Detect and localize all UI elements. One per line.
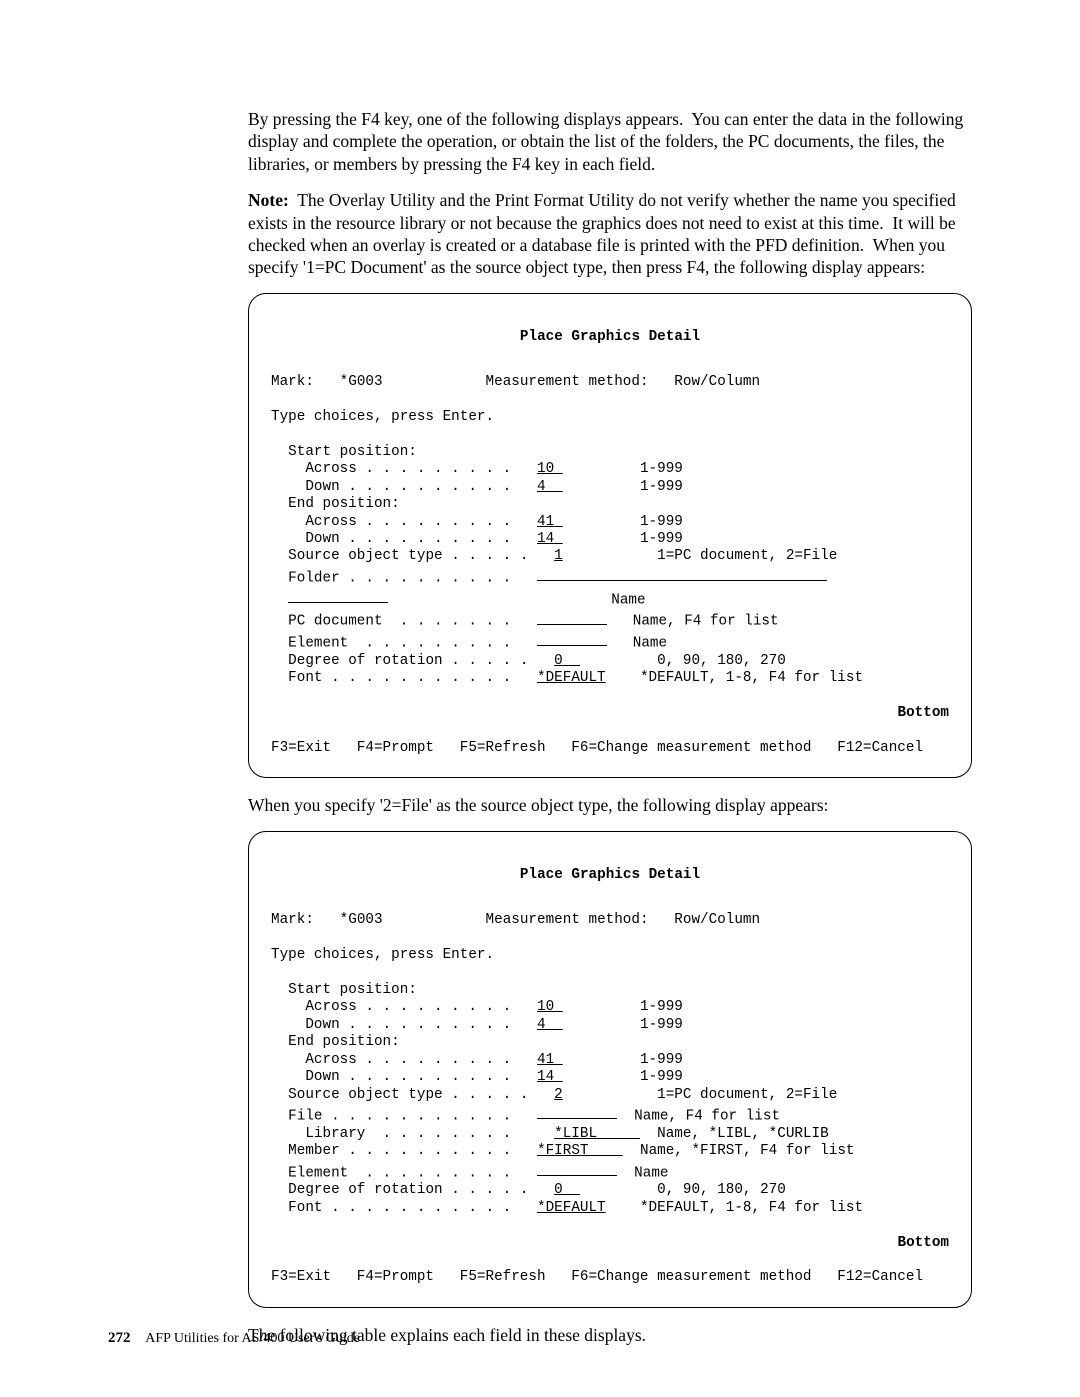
down-end-label: Down	[305, 531, 339, 547]
member-value[interactable]: *FIRST	[537, 1143, 588, 1159]
degree-range-2: 0, 90, 180, 270	[657, 1182, 786, 1198]
element-value-2[interactable]	[537, 1161, 617, 1176]
mid-paragraph: When you specify '2=File' as the source …	[248, 794, 972, 816]
bottom-indicator: Bottom	[271, 705, 949, 722]
folder-value-cont[interactable]	[288, 588, 388, 603]
source-object-type-value[interactable]: 1	[554, 548, 563, 564]
note-label: Note:	[248, 190, 289, 210]
degree-label: Degree of rotation	[288, 653, 442, 669]
element-label: Element	[288, 635, 348, 651]
folder-label: Folder	[288, 570, 339, 586]
down-end-label-2: Down	[305, 1069, 339, 1085]
across-end-value-2[interactable]: 41	[537, 1052, 554, 1068]
element-range-2: Name	[634, 1165, 668, 1181]
bottom-indicator-2: Bottom	[271, 1235, 949, 1252]
across-start-value[interactable]: 10	[537, 461, 554, 477]
library-range: Name, *LIBL, *CURLIB	[657, 1126, 829, 1142]
screen-title: Place Graphics Detail	[271, 329, 949, 346]
down-start-range-2: 1-999	[640, 1017, 683, 1033]
pc-document-value[interactable]	[537, 609, 607, 624]
degree-range: 0, 90, 180, 270	[657, 653, 786, 669]
terminal-screen-2: Place Graphics Detail Mark: *G003 Measur…	[248, 831, 972, 1308]
file-label: File	[288, 1108, 322, 1124]
library-label: Library	[305, 1126, 365, 1142]
down-end-value-2[interactable]: 14	[537, 1069, 554, 1085]
down-end-range-2: 1-999	[640, 1069, 683, 1085]
page-number: 272	[108, 1330, 131, 1346]
across-end-label: Across	[305, 514, 356, 530]
type-choices: Type choices, press Enter.	[271, 409, 494, 425]
mark-value: *G003	[340, 374, 383, 390]
mark-value-2: *G003	[340, 912, 383, 928]
function-keys-2: F3=Exit F4=Prompt F5=Refresh F6=Change m…	[271, 1269, 923, 1285]
source-object-type-value-2[interactable]: 2	[554, 1087, 563, 1103]
function-keys: F3=Exit F4=Prompt F5=Refresh F6=Change m…	[271, 740, 923, 756]
member-label: Member	[288, 1143, 339, 1159]
page-footer: 272 AFP Utilities for AS/400 User's Guid…	[108, 1330, 360, 1347]
source-object-type-range: 1=PC document, 2=File	[657, 548, 837, 564]
mark-label-2: Mark:	[271, 912, 314, 928]
end-position-label-2: End position:	[288, 1034, 400, 1050]
font-range: *DEFAULT, 1-8, F4 for list	[640, 670, 863, 686]
down-end-value[interactable]: 14	[537, 531, 554, 547]
source-object-type-range-2: 1=PC document, 2=File	[657, 1087, 837, 1103]
across-end-value[interactable]: 41	[537, 514, 554, 530]
member-range: Name, *FIRST, F4 for list	[640, 1143, 855, 1159]
meas-value: Row/Column	[674, 374, 760, 390]
source-object-type-label: Source object type	[288, 548, 442, 564]
meas-label-2: Measurement method:	[486, 912, 649, 928]
start-position-label: Start position:	[288, 444, 417, 460]
font-label-2: Font	[288, 1200, 322, 1216]
type-choices-2: Type choices, press Enter.	[271, 947, 494, 963]
source-object-type-label-2: Source object type	[288, 1087, 442, 1103]
screen-title-2: Place Graphics Detail	[271, 867, 949, 884]
font-label: Font	[288, 670, 322, 686]
across-label: Across	[305, 461, 356, 477]
down-start-value-2[interactable]: 4	[537, 1017, 546, 1033]
down-end-range: 1-999	[640, 531, 683, 547]
folder-range: Name	[611, 592, 645, 608]
across-end-label-2: Across	[305, 1052, 356, 1068]
font-range-2: *DEFAULT, 1-8, F4 for list	[640, 1200, 863, 1216]
pc-document-label: PC document	[288, 614, 382, 630]
start-position-label-2: Start position:	[288, 982, 417, 998]
across-start-range-2: 1-999	[640, 999, 683, 1015]
across-start-value-2[interactable]: 10	[537, 999, 554, 1015]
meas-value-2: Row/Column	[674, 912, 760, 928]
folder-value[interactable]	[537, 566, 827, 581]
across-label-2: Across	[305, 999, 356, 1015]
file-value[interactable]	[537, 1104, 617, 1119]
degree-value[interactable]: 0	[554, 653, 563, 669]
element-label-2: Element	[288, 1165, 348, 1181]
down-start-value[interactable]: 4	[537, 479, 546, 495]
across-start-range: 1-999	[640, 461, 683, 477]
down-label-2: Down	[305, 1017, 339, 1033]
element-value[interactable]	[537, 631, 607, 646]
file-range: Name, F4 for list	[634, 1108, 780, 1124]
down-label: Down	[305, 479, 339, 495]
across-end-range: 1-999	[640, 514, 683, 530]
book-title: AFP Utilities for AS/400 User's Guide	[145, 1331, 360, 1346]
down-start-range: 1-999	[640, 479, 683, 495]
intro-paragraph: By pressing the F4 key, one of the follo…	[248, 108, 972, 175]
degree-value-2[interactable]: 0	[554, 1182, 563, 1198]
element-range: Name	[633, 635, 667, 651]
note-paragraph: Note: The Overlay Utility and the Print …	[248, 189, 972, 279]
terminal-screen-1: Place Graphics Detail Mark: *G003 Measur…	[248, 293, 972, 779]
degree-label-2: Degree of rotation	[288, 1182, 442, 1198]
note-body: The Overlay Utility and the Print Format…	[248, 190, 956, 277]
end-position-label: End position:	[288, 496, 400, 512]
library-value[interactable]: *LIBL	[554, 1126, 597, 1142]
font-value-2[interactable]: *DEFAULT	[537, 1200, 606, 1216]
pc-document-range: Name, F4 for list	[633, 614, 779, 630]
mark-label: Mark:	[271, 374, 314, 390]
font-value[interactable]: *DEFAULT	[537, 670, 606, 686]
across-end-range-2: 1-999	[640, 1052, 683, 1068]
meas-label: Measurement method:	[486, 374, 649, 390]
